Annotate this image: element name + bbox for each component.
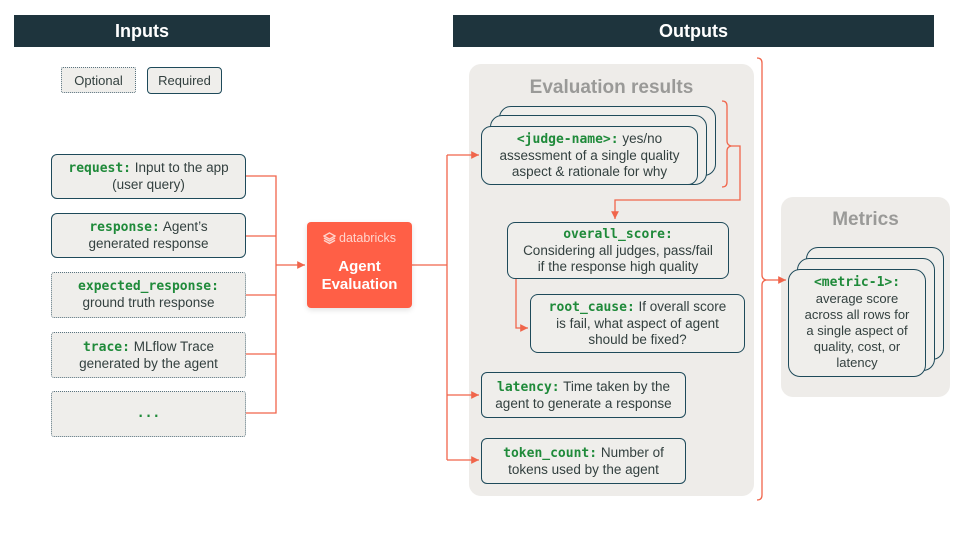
- metric-code: <metric-1>:: [813, 275, 901, 290]
- root-cause-code: root_cause:: [548, 300, 635, 315]
- overall-score-text-2: if the response high quality: [537, 258, 699, 274]
- metric-card: <metric-1>: average score across all row…: [788, 269, 926, 377]
- latency-card: latency: Time taken by the agent to gene…: [481, 372, 686, 418]
- databricks-logo-icon: [323, 231, 336, 244]
- input-response-code: response:: [89, 220, 160, 235]
- root-cause-text-2: is fail, what aspect of agent: [556, 316, 719, 331]
- judge-card: <judge-name>: yes/no assessment of a sin…: [481, 126, 698, 185]
- metric-line-3: a single aspect of: [806, 323, 908, 338]
- input-response: response: Agent’s generated response: [51, 213, 246, 258]
- input-more: ...: [51, 391, 246, 437]
- root-cause-text-3: should be fixed?: [588, 332, 687, 347]
- judges-brace: [721, 100, 732, 188]
- agent-title-line1: Agent: [338, 258, 381, 275]
- token-count-text-2: tokens used by the agent: [508, 461, 659, 477]
- input-trace-code: trace:: [82, 339, 130, 355]
- overall-score-card: overall_score: Considering all judges, p…: [507, 222, 729, 279]
- databricks-brand-label: databricks: [339, 231, 396, 245]
- root-cause-card: root_cause: If overall score is fail, wh…: [530, 294, 745, 353]
- input-request: request: Input to the app (user query): [51, 154, 246, 199]
- root-cause-text-1: If overall score: [638, 299, 727, 314]
- databricks-brand: databricks: [307, 231, 412, 245]
- agent-evaluation-title: Agent Evaluation: [307, 258, 412, 294]
- input-expected-response: expected_response: ground truth response: [51, 272, 246, 318]
- metric-line-5: latency: [836, 355, 878, 370]
- metric-line-1: average score: [815, 291, 899, 306]
- metric-line-2: across all rows for: [804, 307, 910, 322]
- input-trace: trace: MLflow Trace generated by the age…: [51, 332, 246, 378]
- overall-score-text-1: Considering all judges, pass/fail: [523, 242, 713, 258]
- latency-text-2: agent to generate a response: [495, 395, 672, 411]
- input-request-code: request:: [68, 161, 132, 176]
- overall-to-root-arrow: [515, 278, 528, 332]
- input-more-ellipsis: ...: [136, 406, 161, 421]
- agent-title-line2: Evaluation: [321, 276, 398, 293]
- judge-text-1: yes/no: [622, 131, 663, 146]
- latency-text-1: Time taken by the: [563, 378, 670, 394]
- input-expected-response-code: expected_response:: [78, 279, 219, 294]
- latency-code: latency:: [497, 379, 560, 395]
- token-count-code: token_count:: [503, 445, 598, 461]
- judge-text-3: aspect & rationale for why: [511, 164, 668, 179]
- token-count-text-1: Number of: [600, 444, 664, 460]
- metric-line-4: quality, cost, or: [813, 339, 901, 354]
- judge-code: <judge-name>:: [516, 132, 619, 147]
- outputs-brace: [756, 57, 767, 501]
- overall-score-code: overall_score:: [563, 226, 673, 242]
- agent-evaluation-box: databricks Agent Evaluation: [307, 222, 412, 308]
- judge-text-2: assessment of a single quality: [499, 148, 680, 163]
- input-expected-response-text: ground truth response: [82, 295, 215, 310]
- token-count-card: token_count: Number of tokens used by th…: [481, 438, 686, 484]
